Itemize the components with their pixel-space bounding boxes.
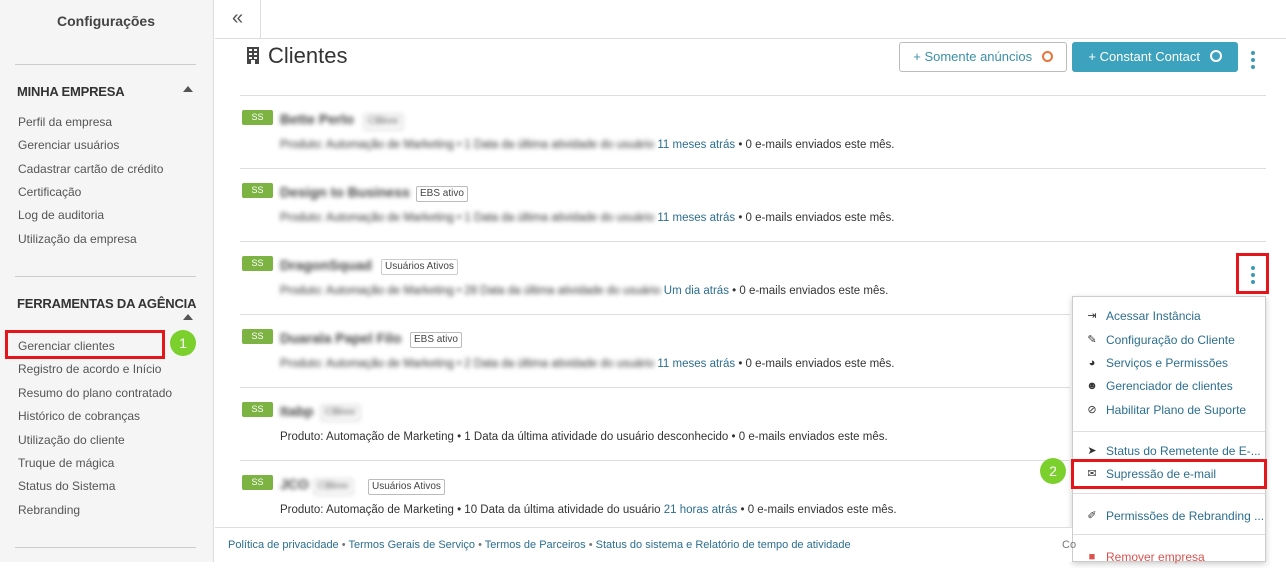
client-badge: SS [242, 256, 273, 271]
sidebar-item-log[interactable]: Log de auditoria [18, 208, 104, 222]
footer-link-privacidade[interactable]: Política de privacidade [228, 539, 339, 551]
annotation-step-2: 2 [1040, 458, 1066, 484]
client-meta: Produto: Automação de Marketing • 2 Data… [280, 358, 895, 370]
divider [15, 547, 196, 548]
sidebar-item-cartao[interactable]: Cadastrar cartão de crédito [18, 162, 163, 176]
menu-item-suporte[interactable]: ⊘ Habilitar Plano de Suporte [1073, 401, 1265, 421]
client-meta: Produto: Automação de Marketing • 28 Dat… [280, 285, 889, 297]
dashboard-icon: ◕ [1088, 357, 1096, 369]
client-badge: SS [242, 183, 273, 198]
ban-icon: ⊘ [1087, 404, 1097, 416]
client-badge: SS [242, 329, 273, 344]
footer-link-status[interactable]: Status do sistema e Relatório de tempo d… [596, 539, 851, 551]
annotation-box-1 [5, 330, 165, 359]
menu-divider [1073, 534, 1265, 535]
header-more-icon[interactable] [1250, 51, 1256, 72]
client-name[interactable]: Bette Perlo [280, 111, 354, 127]
divider [15, 276, 196, 277]
menu-item-gerenciador[interactable]: ☻ Gerenciador de clientes [1073, 377, 1265, 397]
divider [15, 64, 196, 65]
footer-copyright: Co [1062, 539, 1077, 551]
divider [240, 95, 1266, 96]
sidebar-item-utilizacao-empresa[interactable]: Utilização da empresa [18, 232, 137, 246]
client-name[interactable]: Itabp [280, 403, 313, 419]
page-title: Clientes [268, 43, 348, 68]
annotation-step-1: 1 [170, 330, 196, 356]
client-name[interactable]: Design to Business [280, 184, 410, 200]
add-ads-only-label: + Somente anúncios [913, 49, 1033, 64]
cc-logo-icon [1209, 50, 1222, 62]
brush-icon: ✐ [1087, 510, 1097, 522]
footer-links: Política de privacidade • Termos Gerais … [228, 539, 851, 551]
client-meta: Produto: Automação de Marketing • 1 Data… [280, 431, 888, 443]
wrench-icon: ✎ [1087, 334, 1097, 346]
client-badge: SS [242, 475, 273, 490]
client-meta: Produto: Automação de Marketing • 1 Data… [280, 139, 895, 151]
client-badge: SS [242, 110, 273, 125]
sidebar-item-registro[interactable]: Registro de acordo e Início [18, 362, 161, 376]
client-actions-menu: ⇥ Acessar Instância ✎ Configuração do Clie… [1072, 296, 1266, 564]
divider [240, 241, 1266, 242]
client-tag: Usuários Ativos [368, 479, 445, 495]
collapse-sidebar-button[interactable]: « [215, 0, 261, 39]
sidebar-item-truque[interactable]: Truque de mágica [18, 456, 114, 470]
client-name[interactable]: DragonSquad [280, 257, 372, 273]
annotation-box-kebab [1236, 253, 1269, 294]
divider [240, 314, 1070, 315]
add-constant-contact-label: + Constant Contact [1088, 49, 1201, 64]
footer-link-termos[interactable]: Termos Gerais de Serviço [348, 539, 475, 551]
menu-divider [1073, 431, 1265, 432]
building-icon [247, 47, 259, 64]
sidebar-item-resumo[interactable]: Resumo do plano contratado [18, 386, 172, 400]
login-icon: ⇥ [1087, 310, 1097, 322]
sidebar: Configurações MINHA EMPRESA Perfil da em… [0, 0, 214, 562]
client-tag: CBlnre [364, 114, 403, 130]
menu-item-rebranding[interactable]: ✐ Permissões de Rebranding ... [1073, 507, 1265, 527]
add-ads-only-button[interactable]: + Somente anúncios [899, 42, 1067, 72]
sidebar-title: Configurações [56, 13, 155, 29]
divider [240, 387, 1070, 388]
target-icon [1041, 51, 1053, 62]
divider [240, 460, 1070, 461]
sidebar-item-status[interactable]: Status do Sistema [18, 479, 115, 493]
sidebar-item-usuarios[interactable]: Gerenciar usuários [18, 138, 119, 152]
section-heading-minha-empresa[interactable]: MINHA EMPRESA [17, 84, 125, 99]
footer-link-parceiros[interactable]: Termos de Parceiros [485, 539, 586, 551]
menu-item-remover[interactable]: ■ Remover empresa [1073, 548, 1265, 568]
client-name[interactable]: JCO [280, 476, 309, 492]
add-constant-contact-button[interactable]: + Constant Contact [1072, 42, 1238, 72]
users-icon: ☻ [1086, 380, 1098, 392]
menu-item-servicos[interactable]: ◕ Serviços e Permissões [1073, 354, 1265, 374]
annotation-box-2 [1071, 459, 1267, 489]
client-name[interactable]: Duarala Papel Filo [280, 330, 401, 346]
sidebar-item-utilizacao-cliente[interactable]: Utilização do cliente [18, 433, 125, 447]
client-badge: SS [242, 402, 273, 417]
client-tag: Usuários Ativos [381, 259, 458, 275]
client-tag: CBlnre [321, 405, 360, 421]
client-meta: Produto: Automação de Marketing • 10 Dat… [280, 504, 897, 516]
client-meta: Produto: Automação de Marketing • 1 Data… [280, 212, 895, 224]
footer: Política de privacidade • Termos Gerais … [215, 527, 1076, 562]
caret-up-icon[interactable] [183, 314, 193, 320]
section-heading-ferramentas[interactable]: FERRAMENTAS DA AGÊNCIA [17, 296, 196, 311]
menu-item-acessar[interactable]: ⇥ Acessar Instância [1073, 307, 1265, 327]
client-tag: EBS ativo [416, 186, 468, 202]
sidebar-item-historico[interactable]: Histórico de cobranças [18, 409, 140, 423]
sidebar-item-rebranding[interactable]: Rebranding [18, 503, 80, 517]
trash-icon: ■ [1088, 551, 1096, 563]
client-tag: EBS ativo [410, 332, 462, 348]
top-bar: « [215, 0, 1286, 39]
client-tag: CBlnre [314, 479, 353, 495]
menu-divider [1073, 493, 1265, 494]
sidebar-item-perfil[interactable]: Perfil da empresa [18, 115, 112, 129]
sidebar-item-certificacao[interactable]: Certificação [18, 185, 81, 199]
menu-item-configuracao[interactable]: ✎ Configuração do Cliente [1073, 331, 1265, 351]
send-icon: ➤ [1087, 445, 1097, 457]
caret-up-icon[interactable] [183, 86, 193, 92]
divider [240, 168, 1266, 169]
